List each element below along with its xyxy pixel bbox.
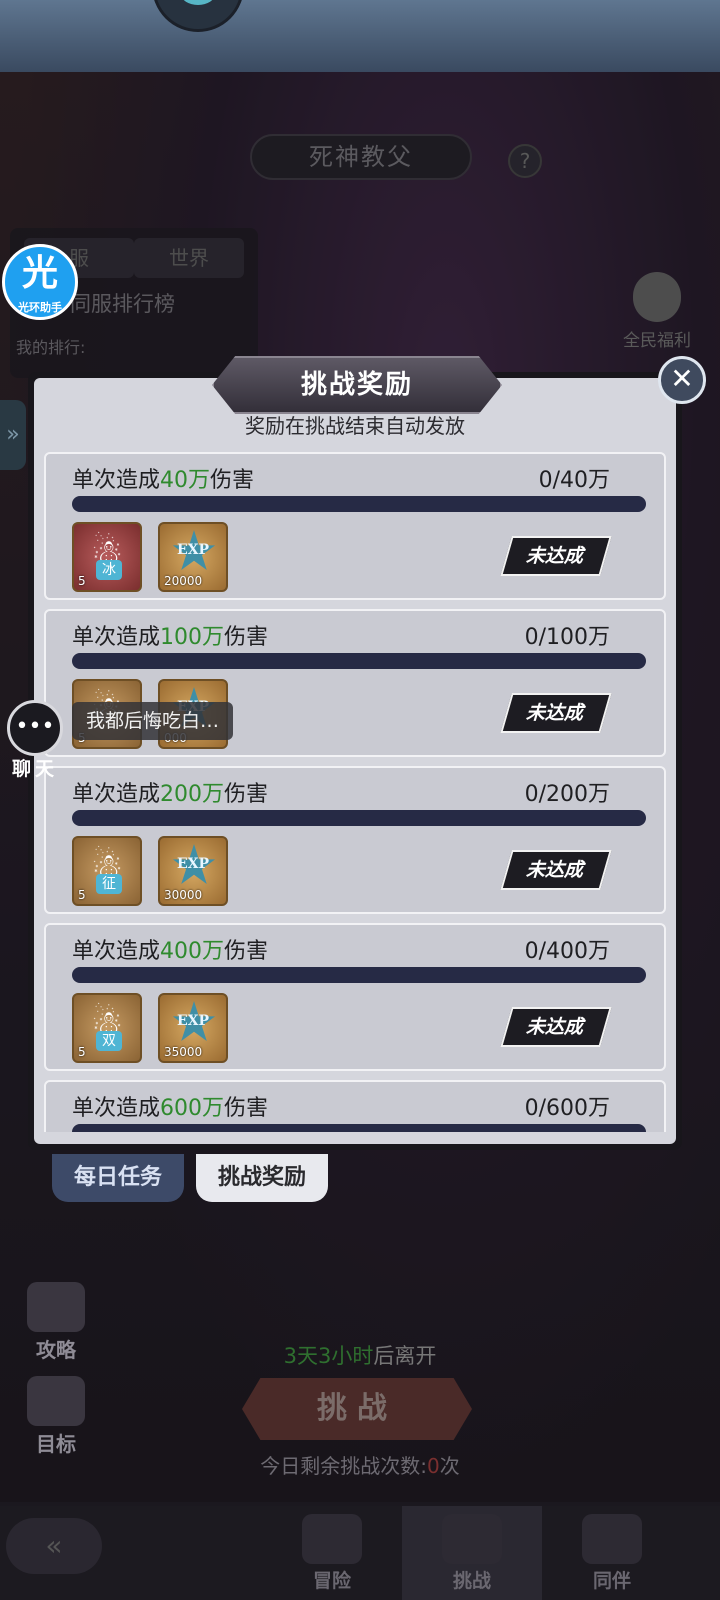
exp-item[interactable]: EXP 30000 [158, 836, 228, 906]
progress-bar [72, 1124, 646, 1132]
scroll-icon [27, 1282, 85, 1332]
mascot-icon [152, 0, 244, 32]
item-tag: 征 [96, 874, 122, 894]
exp-label: EXP [176, 1013, 210, 1029]
chest-icon [302, 1514, 362, 1564]
reward-task-text: 单次造成400万伤害 [72, 939, 269, 964]
status-badge: 未达成 [500, 693, 612, 733]
exp-count: 35000 [164, 1045, 203, 1059]
remaining-count: 0 [427, 1454, 440, 1478]
damage-amount: 40万 [160, 468, 211, 493]
assist-button[interactable]: 光 光环助手 [2, 244, 80, 324]
book-icon [27, 1376, 85, 1426]
exp-label: EXP [176, 542, 210, 558]
snowman-item[interactable]: ☃ 冰 5 [72, 522, 142, 592]
back-arrow-icon[interactable]: « [6, 1518, 102, 1574]
snowman-item[interactable]: ☃ 征 5 [72, 836, 142, 906]
assist-label: 光环助手 [18, 301, 62, 314]
chat-bubble-icon: ••• [7, 700, 63, 756]
leave-time: 3天3小时 [283, 1344, 374, 1368]
reward-task-text: 单次造成600万伤害 [72, 1096, 269, 1121]
reward-task-text: 单次造成40万伤害 [72, 468, 255, 493]
damage-amount: 600万 [160, 1096, 225, 1121]
reward-progress: 0/40万 [538, 468, 610, 493]
exp-count: 30000 [164, 888, 203, 902]
status-badge: 未达成 [500, 850, 612, 890]
nav-adventure-label: 冒险 [312, 1570, 351, 1592]
modal-title: 挑战奖励 [300, 370, 413, 400]
chat-preview-message[interactable]: 我都后悔吃白… [72, 702, 234, 740]
challenge-reward-modal: 挑战奖励 ✕ 奖励在挑战结束自动发放 单次造成40万伤害 0/40万 ☃ 冰 5… [28, 356, 706, 1150]
snowman-item[interactable]: ☃ 双 5 [72, 993, 142, 1063]
reward-card: 单次造成200万伤害 0/200万 ☃ 征 5 EXP 30000 未达成 [44, 766, 666, 914]
modal-subtitle: 奖励在挑战结束自动发放 [245, 414, 465, 438]
reward-task-text: 单次造成100万伤害 [72, 625, 269, 650]
damage-amount: 200万 [160, 782, 225, 807]
top-banner [0, 0, 720, 72]
progress-bar [72, 810, 646, 826]
assist-icon-glyph: 光 [21, 253, 58, 294]
item-tag: 双 [96, 1031, 122, 1051]
tab-challenge-rewards[interactable]: 挑战奖励 [196, 1154, 328, 1202]
reward-progress: 0/200万 [524, 782, 610, 807]
nav-challenge[interactable]: 挑战 [402, 1506, 542, 1600]
reward-task-text: 单次造成200万伤害 [72, 782, 269, 807]
reward-progress: 0/400万 [524, 939, 610, 964]
nav-adventure[interactable]: 冒险 [262, 1506, 402, 1600]
reward-list[interactable]: 单次造成40万伤害 0/40万 ☃ 冰 5 EXP 20000 未达成 单次造成… [44, 452, 666, 1132]
exp-item[interactable]: EXP 35000 [158, 993, 228, 1063]
reward-card: 单次造成600万伤害 0/600万 [44, 1080, 666, 1132]
item-tag: 冰 [96, 560, 122, 580]
item-count: 5 [78, 1045, 86, 1059]
close-icon[interactable]: ✕ [658, 356, 706, 404]
nav-challenge-label: 挑战 [452, 1570, 491, 1592]
exp-count: 20000 [164, 574, 203, 588]
tab-daily-tasks[interactable]: 每日任务 [52, 1154, 184, 1202]
nav-companion[interactable]: 同伴 [542, 1506, 682, 1600]
reward-progress: 0/600万 [524, 1096, 610, 1121]
modal-body: 挑战奖励 ✕ 奖励在挑战结束自动发放 单次造成40万伤害 0/40万 ☃ 冰 5… [34, 356, 706, 1144]
leave-timer: 3天3小时后离开 [283, 1344, 437, 1368]
item-count: 5 [78, 574, 86, 588]
progress-bar [72, 967, 646, 983]
challenge-button[interactable]: 挑战 [242, 1378, 472, 1440]
reward-card: 单次造成400万伤害 0/400万 ☃ 双 5 EXP 35000 未达成 [44, 923, 666, 1071]
status-badge: 未达成 [500, 1007, 612, 1047]
exp-label: EXP [176, 856, 210, 872]
helmet-icon [442, 1514, 502, 1564]
exp-item[interactable]: EXP 20000 [158, 522, 228, 592]
progress-bar [72, 496, 646, 512]
handshake-icon [582, 1514, 642, 1564]
assist-icon: 光 光环助手 [2, 244, 78, 320]
nav-companion-label: 同伴 [592, 1570, 631, 1592]
item-count: 5 [78, 888, 86, 902]
bottom-nav: « 冒险 挑战 同伴 [0, 1506, 720, 1600]
damage-amount: 400万 [160, 939, 225, 964]
goal-button[interactable]: 目标 [24, 1376, 88, 1457]
damage-amount: 100万 [160, 625, 225, 650]
remaining-attempts: 今日剩余挑战次数:0次 [260, 1454, 460, 1478]
reward-card: 单次造成40万伤害 0/40万 ☃ 冰 5 EXP 20000 未达成 [44, 452, 666, 600]
progress-bar [72, 653, 646, 669]
chat-label: 聊天 [11, 758, 58, 780]
reward-progress: 0/100万 [524, 625, 610, 650]
chat-button[interactable]: ••• 聊天 [4, 700, 66, 780]
status-badge: 未达成 [500, 536, 612, 576]
